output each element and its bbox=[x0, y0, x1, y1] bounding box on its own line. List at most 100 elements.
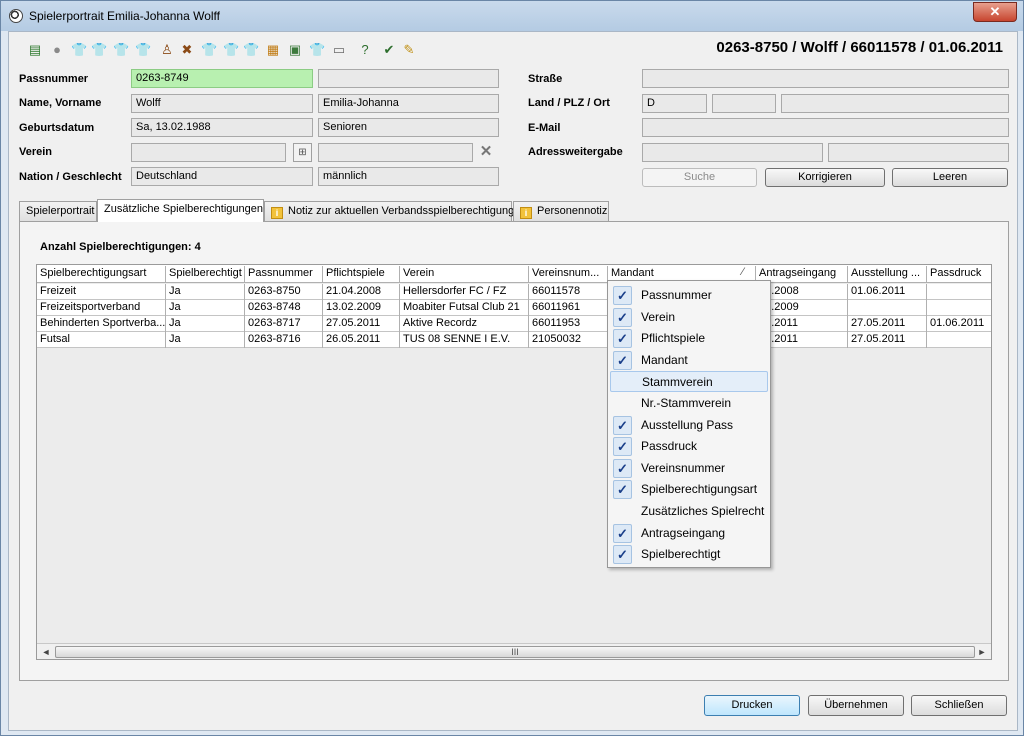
column-menu-item[interactable]: ✓ Passdruck bbox=[610, 436, 768, 457]
passnummer-extra-field[interactable] bbox=[318, 69, 499, 88]
column-header[interactable]: Verein bbox=[400, 266, 529, 282]
shirt-icon[interactable]: 👕 bbox=[71, 42, 87, 58]
column-chooser-menu: ✓ Passnummer ✓ Verein ✓ Pflichtspiele ✓ Mandant… bbox=[607, 280, 771, 568]
column-header[interactable]: Passnummer bbox=[245, 266, 323, 282]
table-cell: Aktive Recordz bbox=[400, 316, 529, 332]
info-icon: i bbox=[271, 207, 283, 219]
tab-label: Spielerportrait bbox=[26, 205, 95, 217]
search-button[interactable]: Suche bbox=[642, 168, 757, 187]
column-menu-label: Verein bbox=[641, 309, 676, 324]
column-menu-item[interactable]: ✓ Antragseingang bbox=[610, 523, 768, 544]
column-header[interactable]: Ausstellung ... bbox=[848, 266, 927, 282]
email-field[interactable] bbox=[642, 118, 1009, 137]
correct-button[interactable]: Korrigieren bbox=[765, 168, 885, 187]
tab-spielerportrait[interactable]: Spielerportrait bbox=[19, 201, 97, 221]
shirt-2-icon[interactable]: 👕 bbox=[135, 42, 151, 58]
column-header[interactable]: Passdruck bbox=[927, 266, 991, 282]
table-row[interactable]: Freizeitsportverband Ja 0263-8748 13.02.200… bbox=[37, 300, 991, 316]
figure-icon[interactable]: ♙ bbox=[159, 42, 175, 58]
soccer-ball-icon bbox=[9, 9, 23, 23]
scroll-right-icon[interactable]: ► bbox=[975, 645, 989, 659]
gender-field[interactable]: männlich bbox=[318, 167, 499, 186]
club-name-field[interactable] bbox=[318, 143, 473, 162]
column-menu-label: Passdruck bbox=[641, 439, 698, 454]
table-cell: Moabiter Futsal Club 21 bbox=[400, 300, 529, 316]
column-menu-item[interactable]: Nr.-Stammverein bbox=[610, 393, 768, 414]
screen-export-icon[interactable]: ▦ bbox=[265, 42, 281, 58]
clear-button[interactable]: Leeren bbox=[892, 168, 1008, 187]
birthdate-field[interactable]: Sa, 13.02.1988 bbox=[131, 118, 313, 137]
help-icon[interactable]: ? bbox=[357, 42, 373, 58]
table-cell bbox=[927, 300, 991, 316]
shirt-star-icon[interactable]: 👕 bbox=[243, 42, 259, 58]
country-field[interactable]: D bbox=[642, 94, 707, 113]
column-menu-label: Spielberechtigt bbox=[641, 547, 721, 562]
column-menu-item[interactable]: Zusätzliches Spielrecht bbox=[610, 501, 768, 522]
club-lookup-icon[interactable]: ⊞ bbox=[293, 143, 312, 162]
column-header[interactable]: Vereinsnum... bbox=[529, 266, 608, 282]
column-header[interactable]: Spielberechtigungsart bbox=[37, 266, 166, 282]
column-menu-item[interactable]: ✓ Mandant bbox=[610, 350, 768, 371]
shirt-small-icon[interactable]: 👕 bbox=[223, 42, 239, 58]
column-menu-item[interactable]: Stammverein bbox=[610, 371, 768, 393]
tab-label: Notiz zur aktuellen Verbandsspielberecht… bbox=[288, 205, 515, 217]
checkmark-icon: ✓ bbox=[613, 329, 632, 349]
table-row[interactable]: Freizeit Ja 0263-8750 21.04.2008 Hellersdorf… bbox=[37, 284, 991, 300]
firstname-field[interactable]: Emilia-Johanna bbox=[318, 94, 499, 113]
tab-person-note[interactable]: i Personennotiz bbox=[513, 201, 609, 221]
nation-field[interactable]: Deutschland bbox=[131, 167, 313, 186]
table-row[interactable]: Futsal Ja 0263-8716 26.05.2011 TUS 08 SENNE … bbox=[37, 332, 991, 348]
tab-additional-eligibilities[interactable]: Zusätzliche Spielberechtigungen bbox=[97, 199, 264, 222]
shirt-arrow-icon[interactable]: 👕 bbox=[201, 42, 217, 58]
shirt-outline-icon[interactable]: 👕 bbox=[309, 42, 325, 58]
age-class-field[interactable]: Senioren bbox=[318, 118, 499, 137]
column-menu-item[interactable]: ✓ Passnummer bbox=[610, 285, 768, 306]
certificate-icon[interactable]: ▣ bbox=[287, 42, 303, 58]
tab-eligibility-note[interactable]: i Notiz zur aktuellen Verbandsspielberech… bbox=[264, 201, 515, 221]
close-button[interactable]: Schließen bbox=[911, 695, 1007, 716]
table-cell: Behinderten Sportverba... bbox=[37, 316, 166, 332]
column-header[interactable]: Spielberechtigt bbox=[166, 266, 245, 282]
column-menu-item[interactable]: ✓ Vereinsnummer bbox=[610, 458, 768, 479]
column-menu-label: Zusätzliches Spielrecht bbox=[641, 504, 765, 518]
city-field[interactable] bbox=[781, 94, 1009, 113]
address-sharing-field-2[interactable] bbox=[828, 143, 1009, 162]
checkmark-icon: ✓ bbox=[613, 458, 632, 478]
column-menu-item[interactable]: ✓ Pflichtspiele bbox=[610, 328, 768, 349]
shirt-up-icon[interactable]: 👕 bbox=[91, 42, 107, 58]
close-window-button[interactable]: ✕ bbox=[973, 2, 1017, 22]
table-cell: Ja bbox=[166, 316, 245, 332]
checkmark-icon: ✓ bbox=[613, 480, 632, 500]
birthdate-label: Geburtsdatum bbox=[19, 122, 95, 134]
clear-club-icon[interactable]: ✕ bbox=[478, 142, 494, 160]
floppy-export-icon[interactable]: ▤ bbox=[27, 42, 43, 58]
column-menu-item[interactable]: ✓ Spielberechtigt bbox=[610, 544, 768, 565]
scroll-left-icon[interactable]: ◄ bbox=[39, 645, 53, 659]
country-zip-city-label: Land / PLZ / Ort bbox=[528, 97, 610, 109]
check-doc-icon[interactable]: ✔ bbox=[381, 42, 397, 58]
street-field[interactable] bbox=[642, 69, 1009, 88]
address-sharing-field-1[interactable] bbox=[642, 143, 823, 162]
column-menu-item[interactable]: ✓ Ausstellung Pass bbox=[610, 415, 768, 436]
shirt-arrows-icon[interactable]: 👕 bbox=[113, 42, 129, 58]
zip-field[interactable] bbox=[712, 94, 776, 113]
table-row[interactable]: Behinderten Sportverba... Ja 0263-8717 27.0… bbox=[37, 316, 991, 332]
disc-icon[interactable]: ● bbox=[49, 42, 65, 58]
column-menu-item[interactable]: ✓ Spielberechtigungsart bbox=[610, 479, 768, 500]
passnummer-label: Passnummer bbox=[19, 73, 89, 85]
passnummer-field[interactable]: 0263-8749 bbox=[131, 69, 313, 88]
note-edit-icon[interactable]: ✎ bbox=[401, 42, 417, 58]
horizontal-scrollbar[interactable]: ◄ III ► bbox=[37, 643, 991, 659]
id-card-icon[interactable]: ▭ bbox=[331, 42, 347, 58]
scroll-thumb[interactable]: III bbox=[55, 646, 975, 658]
club-field[interactable] bbox=[131, 143, 286, 162]
column-menu-item[interactable]: ✓ Verein bbox=[610, 307, 768, 328]
column-header[interactable]: Pflichtspiele bbox=[323, 266, 400, 282]
lastname-field[interactable]: Wolff bbox=[131, 94, 313, 113]
shirt-x-icon[interactable]: ✖ bbox=[179, 42, 195, 58]
title-bar[interactable]: Spielerportrait Emilia-Johanna Wolff ✕ bbox=[1, 1, 1023, 31]
apply-button[interactable]: Übernehmen bbox=[808, 695, 904, 716]
print-button[interactable]: Drucken bbox=[704, 695, 800, 716]
nation-gender-label: Nation / Geschlecht bbox=[19, 171, 122, 183]
table-cell: 0263-8716 bbox=[245, 332, 323, 348]
